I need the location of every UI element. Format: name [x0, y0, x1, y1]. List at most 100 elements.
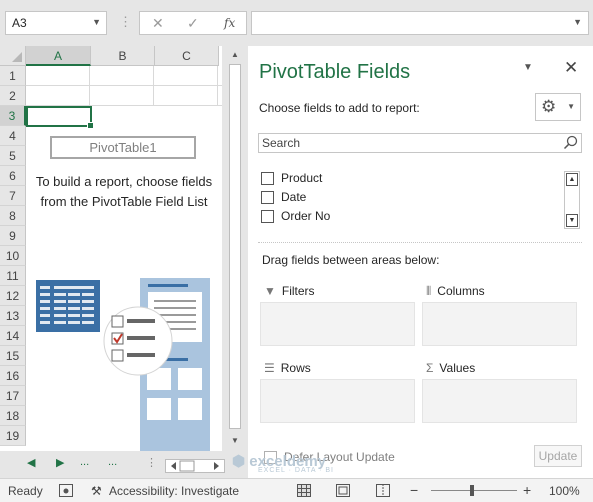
- zoom-level[interactable]: 100%: [549, 484, 580, 498]
- rows-icon: ☰: [264, 361, 275, 375]
- pivot-help-text: To build a report, choose fields from th…: [35, 174, 213, 209]
- pivottable-fields-pane: PivotTable Fields ▼ ✕ Choose fields to a…: [248, 46, 593, 478]
- enter-icon[interactable]: ✓: [187, 15, 199, 32]
- normal-view-icon[interactable]: [297, 484, 311, 497]
- row-header-9[interactable]: 9: [0, 226, 26, 246]
- scroll-down-icon[interactable]: ▼: [228, 434, 242, 448]
- scroll-thumb[interactable]: [229, 64, 241, 429]
- checkbox[interactable]: [261, 210, 274, 223]
- filters-drop-zone[interactable]: [260, 302, 415, 346]
- sheet-tabs-bar: ◀ ▶ ... ... ⋮: [0, 451, 245, 478]
- column-header-b[interactable]: B: [91, 46, 155, 66]
- row-header-5[interactable]: 5: [0, 146, 26, 166]
- row-header-10[interactable]: 10: [0, 246, 26, 266]
- row-header-16[interactable]: 16: [0, 366, 26, 386]
- formula-buttons: ✕ ✓ fx: [139, 11, 247, 35]
- checkbox[interactable]: [261, 172, 274, 185]
- field-list-scrollbar[interactable]: ▲ ▼: [564, 171, 580, 229]
- row-header-13[interactable]: 13: [0, 306, 26, 326]
- drag-handle-icon[interactable]: ⋮: [119, 14, 132, 30]
- checkbox[interactable]: [261, 191, 274, 204]
- expand-formula-icon[interactable]: ▼: [573, 17, 582, 27]
- formula-input[interactable]: ▼: [251, 11, 589, 35]
- pivot-table-name: PivotTable1: [50, 136, 196, 159]
- chevron-down-icon[interactable]: ▼: [92, 17, 101, 27]
- row-header-11[interactable]: 11: [0, 266, 26, 286]
- chevron-down-icon: ▼: [567, 102, 575, 111]
- macro-record-icon[interactable]: [59, 484, 73, 497]
- row-header-18[interactable]: 18: [0, 406, 26, 426]
- zoom-in-icon[interactable]: +: [523, 482, 531, 498]
- values-drop-zone[interactable]: [422, 379, 577, 423]
- drag-handle-icon[interactable]: ⋮: [146, 456, 157, 469]
- row-header-7[interactable]: 7: [0, 186, 26, 206]
- field-label: Order No: [281, 209, 331, 223]
- vertical-scrollbar[interactable]: ▲ ▼: [227, 46, 243, 451]
- choose-fields-label: Choose fields to add to report:: [259, 101, 420, 115]
- pivot-illustration: [36, 278, 210, 451]
- scroll-up-icon[interactable]: ▲: [566, 173, 578, 186]
- insert-function-icon[interactable]: fx: [224, 16, 235, 30]
- next-sheet-icon[interactable]: ▶: [56, 456, 64, 469]
- zoom-slider-handle[interactable]: [470, 485, 474, 496]
- row-header-17[interactable]: 17: [0, 386, 26, 406]
- scroll-up-icon[interactable]: ▲: [228, 48, 242, 62]
- divider: [258, 242, 582, 243]
- row-header-8[interactable]: 8: [0, 206, 26, 226]
- name-box-value: A3: [12, 16, 27, 30]
- field-label: Date: [281, 190, 307, 204]
- worksheet-grid[interactable]: A B C 1 2 3 4 5 6 7 8 9 10 11 12 13 14 15 16 17 18 19 Pivo…: [0, 46, 222, 451]
- more-sheets-left[interactable]: ...: [80, 456, 89, 468]
- zoom-out-icon[interactable]: −: [410, 482, 418, 498]
- prev-sheet-icon[interactable]: ◀: [27, 456, 35, 469]
- accessibility-icon[interactable]: ⚒: [91, 484, 102, 498]
- search-input[interactable]: Search: [258, 133, 582, 153]
- close-icon[interactable]: ✕: [564, 58, 578, 78]
- search-icon[interactable]: [563, 135, 578, 150]
- column-header-c[interactable]: C: [155, 46, 219, 66]
- formula-bar: A3 ▼ ⋮ ✕ ✓ fx ▼: [0, 0, 593, 46]
- tools-button[interactable]: ⚙ ▼: [535, 93, 581, 121]
- columns-drop-zone[interactable]: [422, 302, 577, 346]
- row-header-15[interactable]: 15: [0, 346, 26, 366]
- zoom-slider[interactable]: [431, 490, 517, 491]
- name-box[interactable]: A3 ▼: [5, 11, 107, 35]
- field-label: Product: [281, 171, 323, 185]
- page-break-preview-icon[interactable]: [376, 484, 390, 497]
- rows-label: Rows: [280, 361, 311, 375]
- gear-icon: ⚙: [541, 97, 557, 116]
- search-placeholder: Search: [262, 136, 301, 150]
- active-cell[interactable]: [26, 106, 94, 129]
- checklist-illustration-icon: [103, 306, 173, 376]
- accessibility-status[interactable]: Accessibility: Investigate: [109, 484, 239, 498]
- cancel-icon[interactable]: ✕: [152, 15, 164, 32]
- row-header-6[interactable]: 6: [0, 166, 26, 186]
- pivot-placeholder[interactable]: PivotTable1 To build a report, choose fi…: [26, 106, 222, 451]
- row-header-3[interactable]: 3: [0, 106, 26, 126]
- row-header-12[interactable]: 12: [0, 286, 26, 306]
- pane-title: PivotTable Fields: [259, 61, 411, 83]
- row-header-1[interactable]: 1: [0, 66, 26, 86]
- rows-drop-zone[interactable]: [260, 379, 415, 423]
- table-illustration-icon: [36, 280, 100, 332]
- watermark: ⬢ exceldemy EXCEL · DATA · BI: [232, 452, 334, 474]
- drag-fields-label: Drag fields between areas below:: [262, 253, 440, 267]
- filter-icon: ▼: [264, 284, 276, 298]
- row-header-2[interactable]: 2: [0, 86, 26, 106]
- status-ready: Ready: [8, 484, 43, 498]
- horizontal-scrollbar[interactable]: [165, 459, 225, 473]
- watermark-tagline: EXCEL · DATA · BI: [258, 467, 334, 474]
- select-all-button[interactable]: [0, 46, 26, 66]
- row-header-14[interactable]: 14: [0, 326, 26, 346]
- pane-options-icon[interactable]: ▼: [523, 62, 533, 73]
- row-header-19[interactable]: 19: [0, 426, 26, 446]
- more-sheets-right[interactable]: ...: [108, 456, 117, 468]
- watermark-logo-icon: ⬢: [232, 453, 246, 470]
- scroll-down-icon[interactable]: ▼: [566, 214, 578, 227]
- field-list: Product Date Order No ▲ ▼: [258, 170, 582, 230]
- page-layout-icon[interactable]: [336, 484, 350, 497]
- column-header-a[interactable]: A: [26, 46, 91, 66]
- row-header-4[interactable]: 4: [0, 126, 26, 146]
- columns-label: Columns: [437, 284, 485, 298]
- update-button[interactable]: Update: [534, 445, 582, 467]
